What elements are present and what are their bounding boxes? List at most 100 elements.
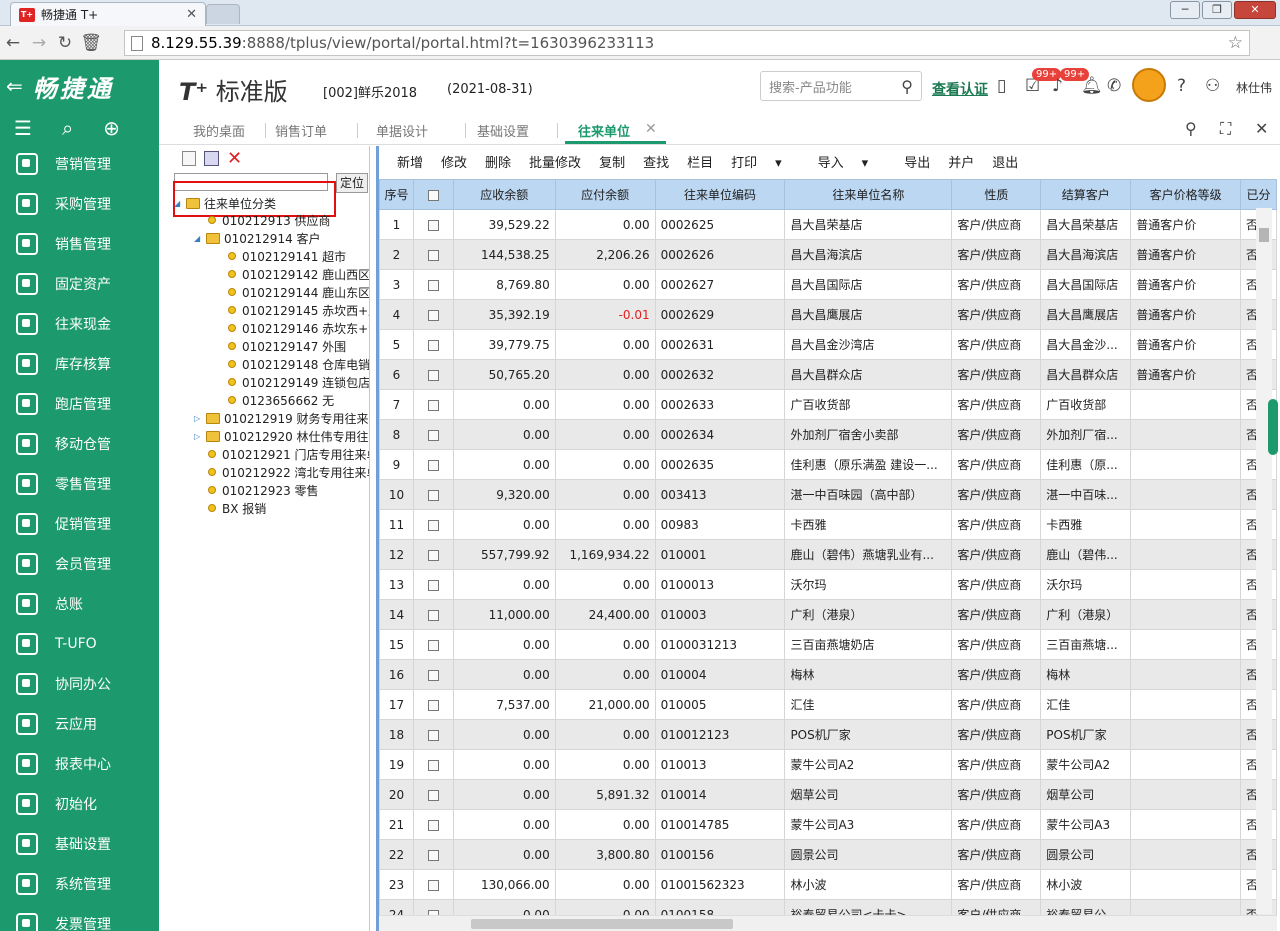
row-checkbox-cell[interactable]: [412, 239, 454, 270]
row-checkbox[interactable]: [427, 489, 439, 501]
sidebar-item[interactable]: 移动仓管: [0, 424, 159, 464]
row-checkbox[interactable]: [427, 729, 439, 741]
table-row[interactable]: 2 144,538.25 2,206.26 0002626 昌大昌海滨店 客户/供应商 昌大…: [379, 239, 1277, 270]
table-row[interactable]: 5 39,779.75 0.00 0002631 昌大昌金沙湾店 客户/供应商 昌大昌金沙.…: [379, 329, 1277, 360]
copy-button[interactable]: 复制: [599, 152, 625, 171]
search-doc-icon[interactable]: ⌕: [62, 116, 73, 140]
bell-icon[interactable]: 🔔︎: [1081, 76, 1103, 96]
tree-node[interactable]: ▷ 010212920 林仕伟专用往来: [194, 427, 369, 445]
row-checkbox-cell[interactable]: [412, 719, 454, 750]
table-row[interactable]: 21 0.00 0.00 010014785 蒙牛公司A3 客户/供应商 蒙牛公司A3 否: [379, 809, 1277, 840]
table-row[interactable]: 24 0.00 0.00 0100158 裕泰贸易公司<卡卡> 客户/供应商 裕泰贸易公否: [379, 899, 1277, 915]
table-row[interactable]: 9 0.00 0.00 0002635 佳利惠（原乐满盈 建设一... 客户/供应商 佳利惠…: [379, 449, 1277, 480]
batch-edit-button[interactable]: 批量修改: [529, 152, 581, 171]
scroll-thumb[interactable]: [471, 919, 733, 929]
tree-node[interactable]: ▷ 010212919 财务专用往来单: [194, 409, 369, 427]
table-row[interactable]: 4 35,392.19 -0.01 0002629 昌大昌鹰展店 客户/供应商 昌大昌鹰展店…: [379, 299, 1277, 330]
row-checkbox[interactable]: [427, 369, 439, 381]
column-header[interactable]: 性质: [951, 179, 1042, 210]
find-button[interactable]: 查找: [643, 152, 669, 171]
tree-node[interactable]: 0102129144 鹿山东区: [228, 283, 369, 301]
row-checkbox[interactable]: [427, 639, 439, 651]
horizontal-scrollbar[interactable]: [379, 915, 1277, 931]
tree-node[interactable]: 0102129147 外围: [228, 337, 346, 355]
tree-node[interactable]: 0123656662 无: [228, 391, 334, 409]
expand-arrow-icon[interactable]: ▷: [194, 414, 204, 423]
row-checkbox[interactable]: [427, 849, 439, 861]
import-button[interactable]: 导入 ▾: [818, 152, 887, 171]
tab-basic-settings[interactable]: 基础设置: [477, 121, 529, 140]
collapse-arrow-icon[interactable]: ◢: [174, 199, 184, 208]
sidebar-item[interactable]: T-UFO: [0, 624, 159, 664]
column-header[interactable]: 序号: [379, 179, 414, 210]
row-checkbox-cell[interactable]: [412, 749, 454, 780]
row-checkbox-cell[interactable]: [412, 359, 454, 390]
column-header[interactable]: 应付余额: [554, 179, 656, 210]
tab-close-icon[interactable]: ✕: [645, 121, 657, 137]
scroll-thumb[interactable]: [1259, 228, 1269, 242]
collapse-arrow-icon[interactable]: ◢: [194, 234, 204, 243]
tree-node[interactable]: 0102129149 连锁包店: [228, 373, 369, 391]
column-header[interactable]: 往来单位名称: [784, 179, 953, 210]
help-icon[interactable]: ?: [1177, 76, 1186, 96]
table-row[interactable]: 6 50,765.20 0.00 0002632 昌大昌群众店 客户/供应商 昌大昌群众店普…: [379, 359, 1277, 390]
reload-icon[interactable]: ↻: [52, 33, 78, 53]
tab-doc-design[interactable]: 单据设计: [376, 121, 428, 140]
sidebar-item[interactable]: 库存核算: [0, 344, 159, 384]
tree-node[interactable]: 0102129142 鹿山西区: [228, 265, 369, 283]
tab-close-icon[interactable]: ✕: [186, 7, 197, 22]
print-button[interactable]: 打印 ▾: [731, 152, 800, 171]
table-row[interactable]: 23 130,066.00 0.00 01001562323 林小波 客户/供应商 林小波否: [379, 869, 1277, 900]
function-search[interactable]: 搜索-产品功能 ⚲: [760, 71, 922, 101]
forward-icon[interactable]: →: [26, 33, 52, 53]
export-button[interactable]: 导出: [904, 152, 930, 171]
view-certification-link[interactable]: 查看认证: [932, 79, 988, 99]
table-row[interactable]: 13 0.00 0.00 0100013 沃尔玛 客户/供应商 沃尔玛否: [379, 569, 1277, 600]
row-checkbox[interactable]: [427, 549, 439, 561]
bookmark-star-icon[interactable]: ☆: [1228, 33, 1243, 53]
avatar[interactable]: [1132, 68, 1166, 102]
sidebar-item[interactable]: 促销管理: [0, 504, 159, 544]
logout-arrow-icon[interactable]: ⇐: [6, 74, 23, 98]
table-row[interactable]: 10 9,320.00 0.00 003413 湛一中百味园（高中部） 客户/供应商 湛一中…: [379, 479, 1277, 510]
table-row[interactable]: 7 0.00 0.00 0002633 广百收货部 客户/供应商 广百收货部否: [379, 389, 1277, 420]
new-doc-icon[interactable]: [182, 150, 196, 166]
row-checkbox[interactable]: [427, 279, 439, 291]
search-input[interactable]: 搜索-产品功能: [769, 77, 852, 96]
delete-button[interactable]: 删除: [485, 152, 511, 171]
save-disk-icon[interactable]: ▯: [997, 76, 1006, 96]
table-row[interactable]: 12 557,799.92 1,169,934.22 010001 鹿山（碧伟）燕塘乳业…: [379, 539, 1277, 570]
sidebar-item[interactable]: 采购管理: [0, 184, 159, 224]
sidebar-item[interactable]: 云应用: [0, 704, 159, 744]
table-row[interactable]: 8 0.00 0.00 0002634 外加剂厂宿舍小卖部 客户/供应商 外加剂厂宿... 否: [379, 419, 1277, 450]
tab-partners[interactable]: 往来单位: [578, 121, 630, 140]
tab-sales-order[interactable]: 销售订单: [275, 121, 327, 140]
sidebar-item[interactable]: 初始化: [0, 784, 159, 824]
merge-button[interactable]: 并户: [948, 152, 974, 171]
row-checkbox[interactable]: [427, 789, 439, 801]
row-checkbox[interactable]: [427, 519, 439, 531]
row-checkbox[interactable]: [427, 819, 439, 831]
row-checkbox[interactable]: [427, 429, 439, 441]
user-name[interactable]: 林仕伟: [1236, 79, 1272, 96]
column-header[interactable]: [412, 179, 454, 210]
row-checkbox-cell[interactable]: [412, 689, 454, 720]
tree-node[interactable]: 010212923 零售: [208, 481, 319, 499]
row-checkbox-cell[interactable]: [412, 449, 454, 480]
sidebar-item[interactable]: 基础设置: [0, 824, 159, 864]
side-scroll-handle[interactable]: [1268, 399, 1278, 455]
sidebar-item[interactable]: 零售管理: [0, 464, 159, 504]
table-row[interactable]: 14 11,000.00 24,400.00 010003 广利（港泉） 客户/供应商 广利…: [379, 599, 1277, 630]
tree-node[interactable]: 010212922 湾北专用往来单: [208, 463, 369, 481]
row-checkbox-cell[interactable]: [412, 209, 454, 240]
table-row[interactable]: 20 0.00 5,891.32 010014 烟草公司 客户/供应商 烟草公司否: [379, 779, 1277, 810]
sidebar-item[interactable]: 协同办公: [0, 664, 159, 704]
column-header[interactable]: 结算客户: [1040, 179, 1132, 210]
sidebar-item[interactable]: 会员管理: [0, 544, 159, 584]
row-checkbox[interactable]: [427, 879, 439, 891]
table-row[interactable]: 19 0.00 0.00 010013 蒙牛公司A2 客户/供应商 蒙牛公司A2 否: [379, 749, 1277, 780]
row-checkbox[interactable]: [427, 699, 439, 711]
row-checkbox-cell[interactable]: [412, 329, 454, 360]
edit-button[interactable]: 修改: [441, 152, 467, 171]
sidebar-item[interactable]: 系统管理: [0, 864, 159, 904]
